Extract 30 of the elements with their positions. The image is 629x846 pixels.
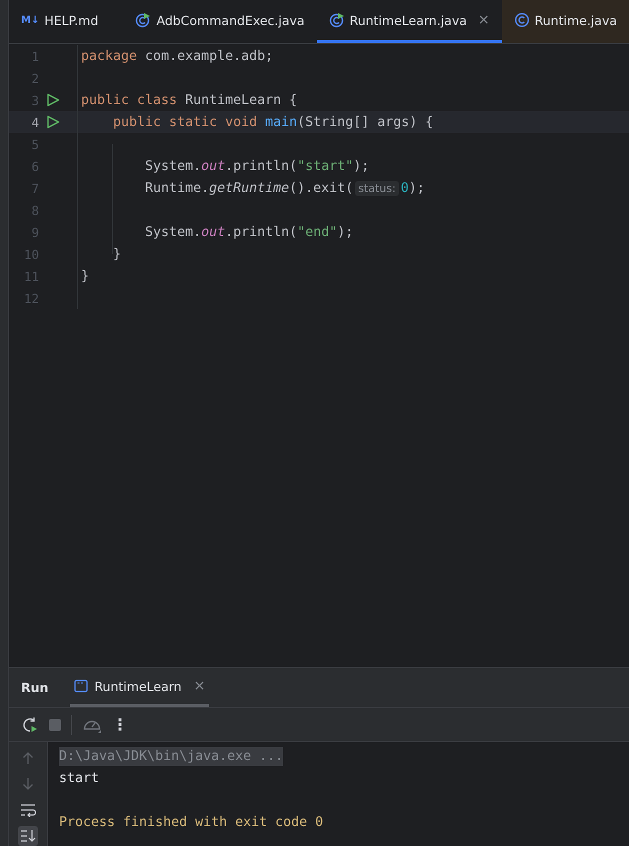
markdown-icon: M↓ — [21, 14, 40, 26]
scroll-to-end-icon[interactable] — [18, 826, 38, 846]
class-icon — [514, 12, 530, 28]
code-line: public class RuntimeLearn { — [81, 92, 298, 108]
editor-tab[interactable]: AdbCommandExec.java — [123, 0, 317, 43]
code-line: } — [112, 246, 122, 262]
run-icon[interactable] — [46, 93, 60, 107]
console-line: Process finished with exit code 0 — [59, 814, 324, 830]
class-run-icon — [328, 12, 345, 28]
close-icon[interactable]: × — [478, 12, 490, 28]
more-icon[interactable]: ⋮ — [112, 715, 128, 734]
code-line: } — [81, 268, 90, 284]
run-tab[interactable]: RuntimeLearn × — [70, 668, 210, 707]
class-run-icon — [135, 12, 152, 28]
panel-title: Run — [21, 680, 48, 695]
editor-tab[interactable]: M↓ HELP.md — [9, 0, 124, 43]
inlay-hint: status: — [355, 180, 399, 196]
code-line: System.out.println("start"); — [144, 158, 370, 174]
window-icon — [74, 679, 88, 693]
code-line: package com.example.adb; — [81, 48, 274, 64]
close-icon[interactable]: × — [194, 678, 206, 694]
code-text: Runtime.getRuntime().exit( — [144, 180, 354, 196]
rerun-icon[interactable] — [21, 716, 39, 734]
code-line: public static void main(String[] args) { — [112, 114, 434, 130]
editor-tab[interactable]: Runtime.java — [502, 0, 629, 43]
console-line: start — [59, 770, 100, 786]
code-line: System.out.println("end"); — [144, 224, 354, 240]
run-icon[interactable] — [46, 115, 60, 129]
code-text: 0); — [400, 180, 425, 196]
line-number: 4 — [30, 114, 39, 130]
